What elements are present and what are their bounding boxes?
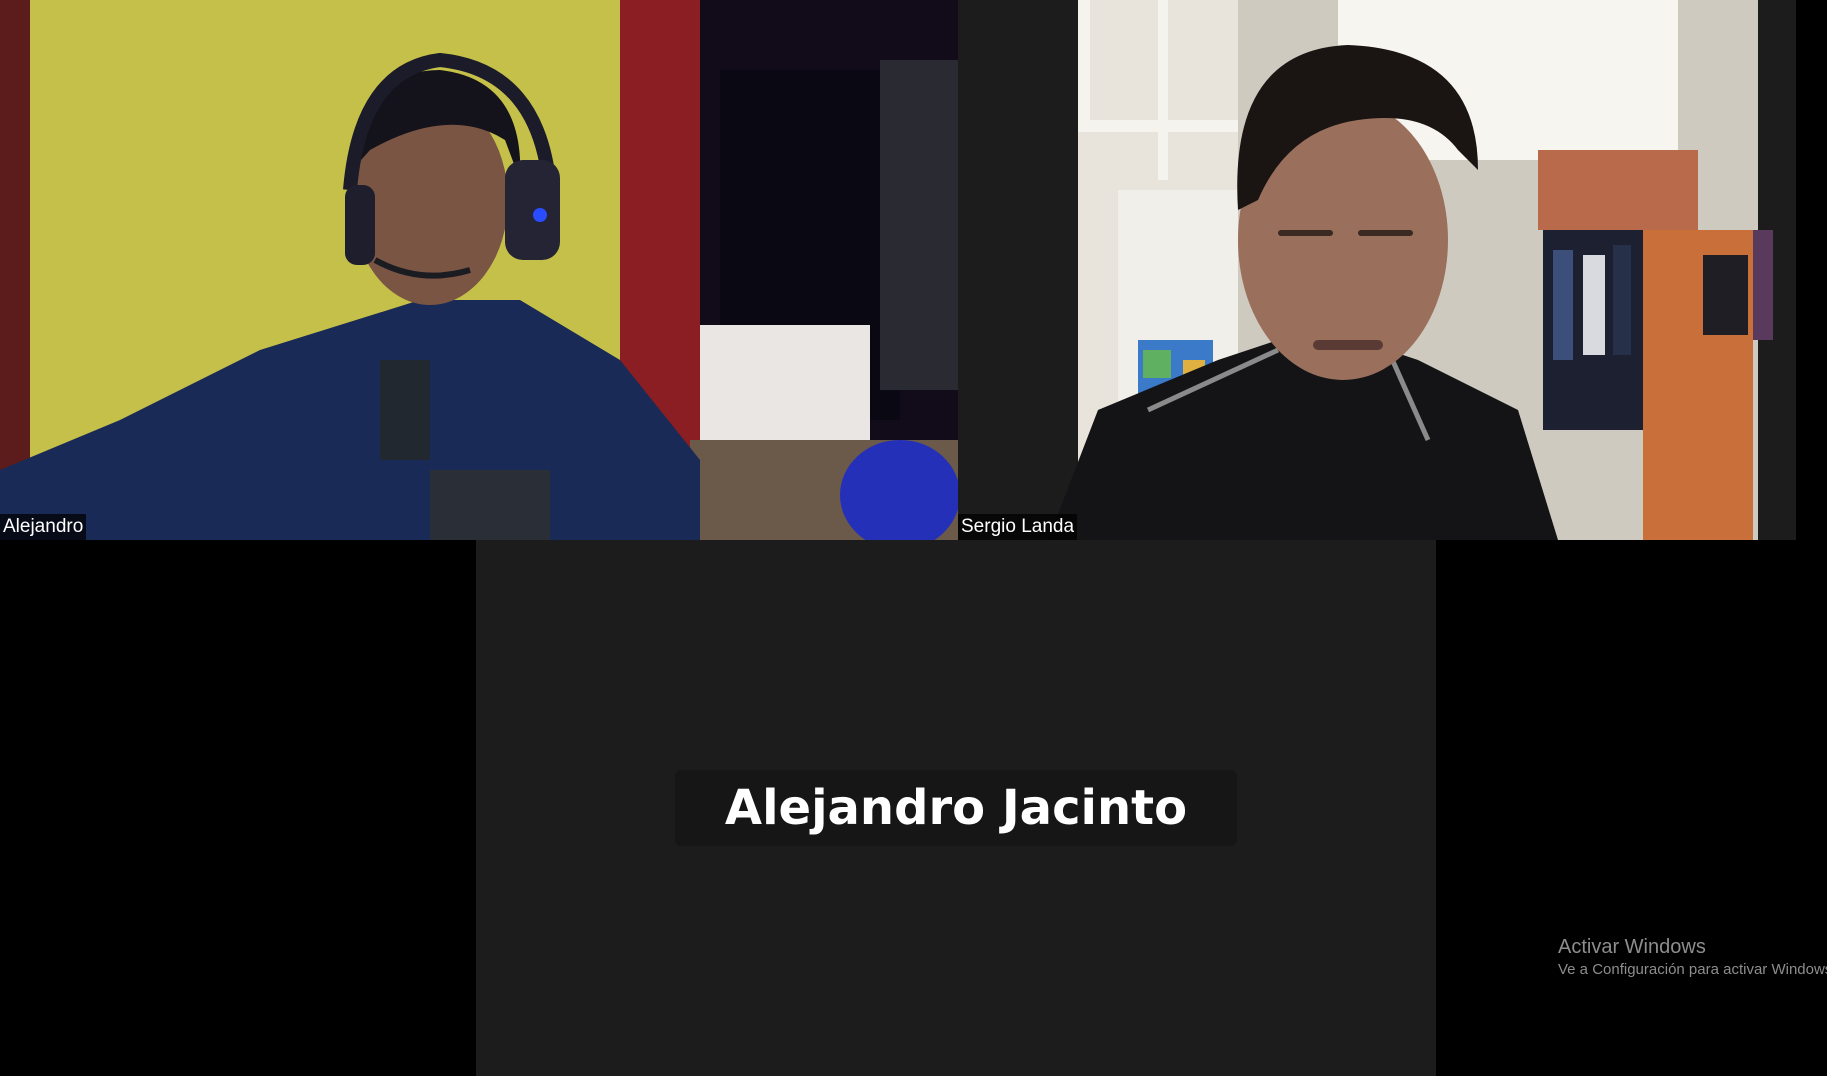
video-tile-alejandro-jacinto[interactable]: Alejandro Jacinto	[476, 540, 1436, 1076]
participant-name-tag: Sergio Landa	[958, 514, 1078, 540]
participant-display-name: Alejandro Jacinto	[674, 770, 1238, 846]
meeting-gallery-view: Alejandro Sergio Landa Alejandro Jacinto…	[0, 0, 1827, 1076]
participant-video-feed	[0, 0, 958, 540]
windows-activation-watermark: Activar Windows Ve a Configuración para …	[1558, 934, 1827, 980]
video-tile-sergio-landa[interactable]: Sergio Landa	[958, 0, 1796, 540]
watermark-title: Activar Windows	[1558, 936, 1706, 958]
participant-name-tag: Alejandro	[0, 514, 87, 540]
participant-video-feed	[958, 0, 1796, 540]
video-tile-alejandro[interactable]: Alejandro	[0, 0, 958, 540]
watermark-subtitle: Ve a Configuración para activar Windows.	[1558, 961, 1827, 978]
